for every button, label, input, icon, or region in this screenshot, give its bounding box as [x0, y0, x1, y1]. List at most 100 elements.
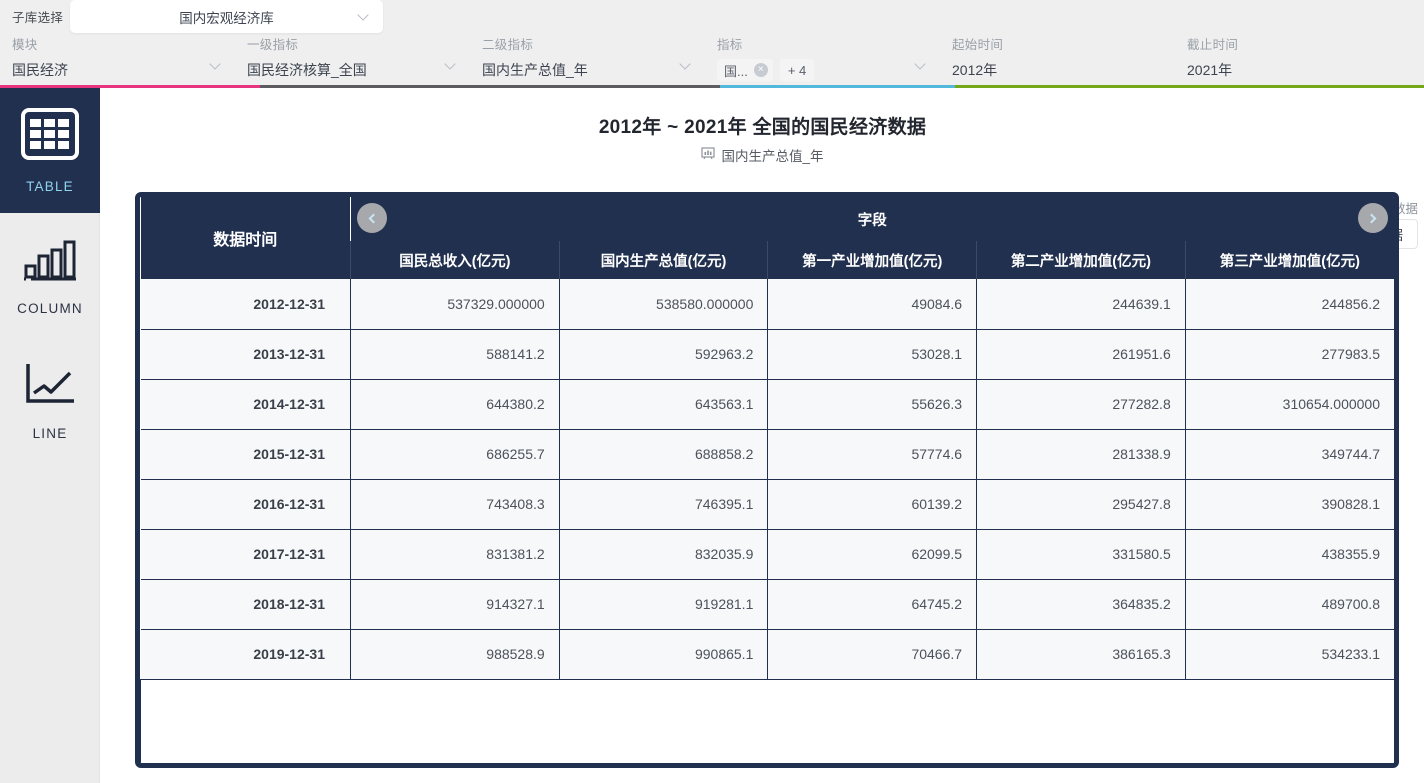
column-header-4[interactable]: 第三产业增加值(亿元): [1184, 241, 1394, 279]
sidebar-item-column-label: COLUMN: [17, 300, 83, 316]
column-header-time[interactable]: 数据时间: [140, 197, 351, 279]
chevron-right-icon[interactable]: [1358, 203, 1388, 233]
data-table: 数据时间 字段 国民总收入(亿元) 国内生产总值(亿元) 第一产业增加值(亿元) 第二…: [140, 197, 1394, 763]
sidebar-item-table[interactable]: TABLE: [0, 88, 100, 213]
column-header-0[interactable]: 国民总收入(亿元): [350, 241, 560, 279]
filler-cell: [767, 679, 977, 763]
filter-end-time-label: 截止时间: [1187, 38, 1239, 52]
cell-value-1: 592963.2: [558, 329, 768, 380]
filter-level1-indicator[interactable]: 一级指标 国民经济核算_全国: [235, 30, 470, 88]
cell-value-0: 686255.7: [350, 429, 560, 480]
filter-end-time[interactable]: 截止时间 2021年: [1175, 30, 1410, 88]
sidebar-item-column[interactable]: COLUMN: [0, 213, 100, 338]
view-mode-sidebar: TABLE COLUMN LINE: [0, 88, 100, 783]
chevron-down-icon: [357, 11, 369, 23]
table-row: 2012-12-31 537329.000000 538580.000000 4908…: [140, 279, 1394, 330]
cell-value-0: 914327.1: [350, 579, 560, 630]
cell-value-2: 57774.6: [767, 429, 977, 480]
table-icon: [21, 107, 79, 165]
cell-value-0: 831381.2: [350, 529, 560, 580]
sidebar-item-line[interactable]: LINE: [0, 338, 100, 463]
close-icon[interactable]: ×: [753, 63, 768, 77]
cell-value-1: 538580.000000: [558, 279, 768, 330]
cell-value-0: 588141.2: [350, 329, 560, 380]
cell-time: 2016-12-31: [140, 479, 351, 530]
cell-value-3: 281338.9: [976, 429, 1186, 480]
cell-value-4: 534233.1: [1184, 629, 1394, 680]
cell-value-4: 390828.1: [1184, 479, 1394, 530]
table-group-header-row: 数据时间 字段: [140, 197, 1394, 279]
cell-time: 2018-12-31: [140, 579, 351, 630]
cell-value-0: 743408.3: [350, 479, 560, 530]
sidebar-item-table-label: TABLE: [26, 178, 74, 194]
top-filter-bar: 子库选择 国内宏观经济库 模块 国民经济 一级指标 国民经济核算_全国 二级指标…: [0, 0, 1424, 88]
cell-value-4: 277983.5: [1184, 329, 1394, 380]
cell-value-4: 349744.7: [1184, 429, 1394, 480]
indicator-chip-more[interactable]: + 4: [779, 59, 815, 81]
cell-time: 2017-12-31: [140, 529, 351, 580]
filter-start-time-label: 起始时间: [952, 38, 1004, 52]
filter-level1-value: 国民经济核算_全国: [247, 62, 367, 78]
table-row: 2016-12-31 743408.3 746395.1 60139.2 295427.…: [140, 479, 1394, 530]
subdatabase-row: 子库选择 国内宏观经济库: [0, 0, 1424, 33]
column-header-1[interactable]: 国内生产总值(亿元): [558, 241, 768, 279]
cell-value-3: 244639.1: [976, 279, 1186, 330]
column-chart-icon: [21, 236, 79, 287]
column-group-header-fields: 字段: [350, 197, 1394, 241]
filler-cell: [976, 679, 1186, 763]
filter-end-time-value: 2021年: [1187, 62, 1233, 78]
cell-value-1: 746395.1: [558, 479, 768, 530]
cell-value-4: 310654.000000: [1184, 379, 1394, 430]
line-chart-icon: [22, 361, 78, 412]
subdatabase-select[interactable]: 国内宏观经济库: [70, 0, 383, 33]
cell-time: 2019-12-31: [140, 629, 351, 680]
table-row: 2015-12-31 686255.7 688858.2 57774.6 281338.…: [140, 429, 1394, 480]
filler-cell: [559, 679, 768, 763]
table-row: 2014-12-31 644380.2 643563.1 55626.3 277282.…: [140, 379, 1394, 430]
page-title: 2012年 ~ 2021年 全国的国民经济数据: [598, 117, 927, 138]
filter-module[interactable]: 模块 国民经济: [0, 30, 235, 88]
cell-value-1: 688858.2: [558, 429, 768, 480]
cell-value-3: 261951.6: [976, 329, 1186, 380]
dataset-icon: [701, 147, 716, 163]
indicator-chip[interactable]: 国... ×: [717, 59, 773, 81]
filter-indicator-label: 指标: [717, 38, 743, 52]
cell-value-2: 55626.3: [767, 379, 977, 430]
chevron-down-icon[interactable]: [209, 60, 221, 72]
column-header-2[interactable]: 第一产业增加值(亿元): [767, 241, 977, 279]
filter-indicator[interactable]: 指标 国... × + 4: [705, 30, 940, 88]
data-table-container: 数据时间 字段 国民总收入(亿元) 国内生产总值(亿元) 第一产业增加值(亿元) 第二…: [135, 192, 1399, 768]
chevron-down-icon[interactable]: [679, 60, 691, 72]
filter-level2-label: 二级指标: [482, 38, 534, 52]
cell-value-3: 364835.2: [976, 579, 1186, 630]
cell-value-3: 277282.8: [976, 379, 1186, 430]
filter-level2-value: 国内生产总值_年: [482, 62, 588, 78]
cell-value-0: 537329.000000: [350, 279, 560, 330]
cell-value-1: 990865.1: [558, 629, 768, 680]
chevron-left-icon[interactable]: [356, 203, 387, 233]
filter-level2-indicator[interactable]: 二级指标 国内生产总值_年: [470, 30, 705, 88]
cell-value-2: 49084.6: [767, 279, 977, 330]
filler-cell: [1185, 679, 1394, 763]
table-row: 2017-12-31 831381.2 832035.9 62099.5 331580.…: [140, 529, 1394, 580]
cell-value-1: 643563.1: [558, 379, 768, 430]
cell-value-3: 331580.5: [976, 529, 1186, 580]
table-row: 2019-12-31 988528.9 990865.1 70466.7 386165.…: [140, 629, 1394, 680]
chevron-down-icon[interactable]: [444, 60, 456, 72]
cell-value-2: 64745.2: [767, 579, 977, 630]
subdatabase-label: 子库选择: [12, 11, 64, 25]
page-subtitle: 国内生产总值_年: [101, 145, 1424, 165]
chevron-down-icon[interactable]: [914, 60, 926, 72]
filter-module-label: 模块: [12, 38, 38, 52]
filter-start-time[interactable]: 起始时间 2012年: [940, 30, 1175, 88]
cell-value-1: 832035.9: [558, 529, 768, 580]
cell-value-2: 70466.7: [767, 629, 977, 680]
subdatabase-value: 国内宏观经济库: [179, 10, 274, 26]
filler-cell: [140, 679, 351, 763]
cell-value-2: 60139.2: [767, 479, 977, 530]
cell-value-4: 244856.2: [1184, 279, 1394, 330]
cell-value-4: 438355.9: [1184, 529, 1394, 580]
column-header-3[interactable]: 第二产业增加值(亿元): [976, 241, 1186, 279]
cell-time: 2013-12-31: [140, 329, 351, 380]
table-filler-row: [140, 679, 1394, 763]
